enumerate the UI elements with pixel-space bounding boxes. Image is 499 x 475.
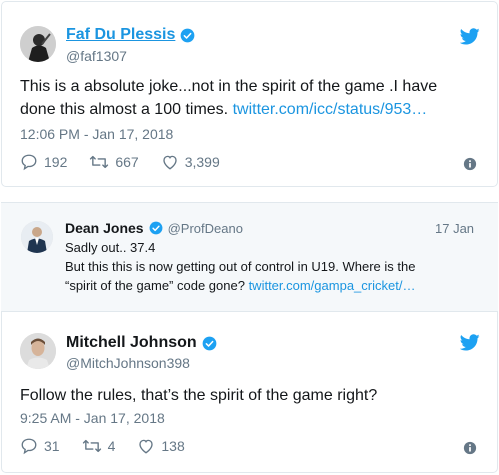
author-handle[interactable]: @faf1307: [66, 48, 127, 64]
reply-link[interactable]: twitter.com/gampa_cricket/…: [249, 278, 416, 293]
reply-date[interactable]: 17 Jan: [435, 221, 474, 236]
avatar[interactable]: [20, 26, 56, 62]
verified-badge-icon: [202, 336, 217, 350]
tweet-text: This is a absolute joke...not in the spi…: [20, 75, 460, 121]
author-name[interactable]: Mitchell Johnson: [66, 334, 197, 352]
retweet-icon: [82, 439, 101, 453]
reply-action[interactable]: 192: [20, 153, 67, 171]
info-icon[interactable]: [463, 441, 477, 455]
reply-count: 192: [44, 154, 68, 170]
verified-badge-icon: [181, 28, 195, 42]
reply-avatar[interactable]: [21, 221, 53, 253]
reply-text: Sadly out.. 37.4 But this this is now ge…: [65, 238, 485, 295]
reply-line-1: Sadly out.. 37.4: [65, 240, 156, 255]
heart-icon: [139, 439, 154, 454]
retweet-count: 667: [115, 154, 139, 170]
twitter-bird-icon[interactable]: [460, 334, 480, 351]
reply-author-name[interactable]: Dean Jones: [65, 220, 144, 236]
reply-action[interactable]: 31: [20, 437, 60, 455]
like-action[interactable]: 138: [137, 437, 185, 455]
twitter-bird-icon[interactable]: [460, 28, 480, 45]
avatar[interactable]: [20, 333, 56, 369]
heart-icon: [163, 155, 177, 170]
tweet-card-mitchell: Mitchell Johnson @MitchJohnson398 Follow…: [1, 312, 498, 473]
like-count: 138: [161, 438, 185, 454]
retweet-count: 4: [107, 438, 116, 454]
reply-icon: [21, 438, 37, 455]
reply-line-2: But this this is now getting out of cont…: [65, 259, 416, 274]
reply-count: 31: [44, 438, 60, 454]
info-icon[interactable]: [463, 157, 477, 171]
like-count: 3,399: [184, 154, 220, 170]
tweet-timestamp[interactable]: 12:06 PM - Jan 17, 2018: [20, 126, 173, 142]
retweet-icon: [90, 155, 109, 169]
retweet-action[interactable]: 4: [82, 437, 116, 455]
reply-author-handle[interactable]: @ProfDeano: [168, 221, 243, 236]
reply-tweet-card: Dean Jones @ProfDeano 17 Jan Sadly out..…: [1, 202, 498, 312]
tweet-timestamp[interactable]: 9:25 AM - Jan 17, 2018: [20, 410, 165, 426]
author-handle[interactable]: @MitchJohnson398: [66, 355, 190, 371]
like-action[interactable]: 3,399: [161, 153, 220, 171]
tweet-text: Follow the rules, that’s the spirit of t…: [20, 387, 378, 404]
tweet-card-faf: Faf Du Plessis @faf1307 This is a absolu…: [1, 1, 498, 187]
retweet-action[interactable]: 667: [89, 153, 139, 171]
reply-line-3: “spirit of the game” code gone?: [65, 278, 245, 293]
verified-badge-icon: [149, 221, 163, 235]
tweet-link[interactable]: twitter.com/icc/status/953…: [233, 101, 428, 118]
reply-icon: [21, 154, 37, 171]
author-name[interactable]: Faf Du Plessis: [66, 26, 175, 44]
